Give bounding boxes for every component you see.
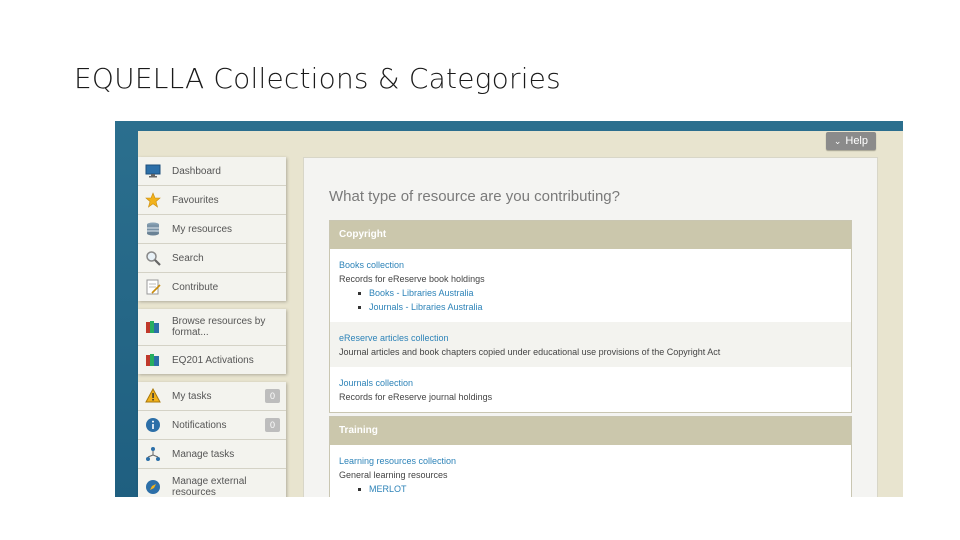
compass-icon: [144, 478, 162, 496]
sub-collection-list: MERLOT: [339, 482, 842, 496]
collection-item: Learning resources collection General le…: [330, 445, 851, 497]
books-icon: [144, 318, 162, 336]
sidebar-item-manage-tasks[interactable]: Manage tasks: [138, 440, 286, 469]
help-button[interactable]: ⌄ Help: [825, 132, 876, 150]
collection-link[interactable]: eReserve articles collection: [339, 331, 842, 345]
sidebar-item-notifications[interactable]: Notifications 0: [138, 411, 286, 440]
sidebar-item-favourites[interactable]: Favourites: [138, 186, 286, 215]
collection-item: Books collection Records for eReserve bo…: [330, 249, 851, 322]
info-icon: [144, 416, 162, 434]
page-title: What type of resource are you contributi…: [329, 188, 620, 205]
collection-link[interactable]: Books collection: [339, 258, 842, 272]
screenshot: ⌄ Help Dashboard Favourites My resources…: [115, 121, 903, 497]
collection-description: General learning resources: [339, 470, 448, 480]
collection-item: eReserve articles collection Journal art…: [330, 322, 851, 367]
slide-title: EQUELLA Collections & Categories: [74, 62, 561, 95]
sidebar-item-label: Manage tasks: [172, 448, 235, 460]
collection-link[interactable]: Learning resources collection: [339, 454, 842, 468]
count-badge: 0: [265, 418, 280, 432]
sidebar-item-label: Favourites: [172, 194, 219, 206]
sidebar-item-eq201-activations[interactable]: EQ201 Activations: [138, 346, 286, 374]
sidebar-item-label: My resources: [172, 223, 233, 235]
sidebar-item-my-tasks[interactable]: My tasks 0: [138, 382, 286, 411]
category-panel-copyright: Copyright Books collection Records for e…: [329, 220, 852, 413]
sidebar-group-main: Dashboard Favourites My resources Search…: [138, 157, 286, 301]
sub-collection-list: Books - Libraries Australia Journals - L…: [339, 286, 842, 314]
sub-collection-link[interactable]: MERLOT: [358, 482, 842, 496]
count-badge: 0: [265, 389, 280, 403]
sidebar: Dashboard Favourites My resources Search…: [138, 157, 286, 497]
sidebar-item-label: Search: [172, 252, 204, 264]
collection-description: Records for eReserve journal holdings: [339, 392, 493, 402]
sidebar-item-label: Browse resources by format...: [172, 316, 266, 338]
chevron-down-icon: ⌄: [833, 136, 842, 146]
collection-link[interactable]: Journals collection: [339, 376, 842, 390]
workflow-icon: [144, 445, 162, 463]
sidebar-item-label: Contribute: [172, 281, 219, 293]
sub-collection-link[interactable]: Books - Libraries Australia: [358, 286, 842, 300]
stack-icon: [144, 220, 162, 238]
sidebar-item-dashboard[interactable]: Dashboard: [138, 157, 286, 186]
books-icon: [144, 351, 162, 369]
monitor-icon: [144, 162, 162, 180]
help-label: Help: [845, 135, 868, 147]
sidebar-item-label: Notifications: [172, 419, 227, 431]
sidebar-item-contribute[interactable]: Contribute: [138, 273, 286, 301]
collection-description: Records for eReserve book holdings: [339, 274, 485, 284]
sub-collection-link[interactable]: Journals - Libraries Australia: [358, 300, 842, 314]
category-header: Copyright: [330, 221, 851, 249]
sidebar-group-tasks: My tasks 0 Notifications 0 Manage tasks: [138, 382, 286, 497]
warning-icon: [144, 387, 162, 405]
category-panel-training: Training Learning resources collection G…: [329, 416, 852, 497]
app-frame: ⌄ Help Dashboard Favourites My resources…: [138, 131, 903, 497]
magnifier-icon: [144, 249, 162, 267]
sidebar-item-label: Manage external resources: [172, 476, 247, 497]
sidebar-item-my-resources[interactable]: My resources: [138, 215, 286, 244]
sidebar-item-manage-external-resources[interactable]: Manage external resources: [138, 469, 286, 497]
main-content: What type of resource are you contributi…: [303, 157, 878, 497]
star-icon: [144, 191, 162, 209]
sidebar-group-browse: Browse resources by format... EQ201 Acti…: [138, 309, 286, 374]
sidebar-item-search[interactable]: Search: [138, 244, 286, 273]
sidebar-item-label: Dashboard: [172, 165, 221, 177]
collection-item: Journals collection Records for eReserve…: [330, 367, 851, 412]
sidebar-item-browse-by-format[interactable]: Browse resources by format...: [138, 309, 286, 346]
document-icon: [144, 278, 162, 296]
category-header: Training: [330, 417, 851, 445]
sidebar-item-label: EQ201 Activations: [172, 354, 254, 366]
collection-description: Journal articles and book chapters copie…: [339, 347, 721, 357]
sidebar-item-label: My tasks: [172, 390, 212, 402]
